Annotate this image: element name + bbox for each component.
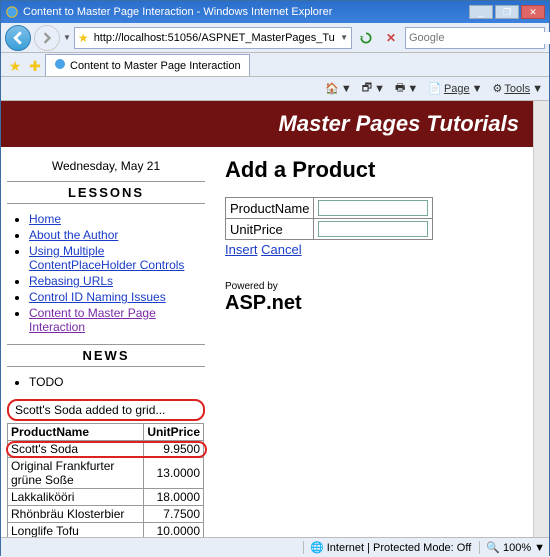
- close-button[interactable]: ✕: [521, 5, 545, 19]
- print-button[interactable]: 🖶▼: [395, 79, 418, 98]
- table-row: Lakkalikööri18.0000: [8, 489, 205, 506]
- cancel-link[interactable]: Cancel: [261, 242, 301, 257]
- zoom-control[interactable]: 🔍 100% ▼: [479, 541, 545, 554]
- lessons-header: LESSONS: [7, 181, 205, 204]
- zoom-icon: 🔍: [486, 541, 500, 554]
- status-message: Scott's Soda added to grid...: [7, 399, 205, 421]
- sidebar-item-lesson: Using Multiple ContentPlaceHolder Contro…: [29, 244, 205, 272]
- content-area: Master Pages Tutorials Wednesday, May 21…: [1, 101, 549, 537]
- site-banner: Master Pages Tutorials: [1, 101, 533, 147]
- news-item: TODO: [29, 375, 205, 389]
- cell-name: Rhönbräu Klosterbier: [8, 506, 144, 523]
- table-row: Rhönbräu Klosterbier7.7500: [8, 506, 205, 523]
- add-favorites-icon[interactable]: ✚: [25, 56, 45, 76]
- sidebar-item-lesson: About the Author: [29, 228, 205, 242]
- lesson-link[interactable]: About the Author: [29, 228, 118, 242]
- address-input[interactable]: [92, 32, 337, 44]
- lesson-link[interactable]: Home: [29, 212, 61, 226]
- rss-icon: 🗗: [362, 79, 372, 98]
- news-header: NEWS: [7, 344, 205, 367]
- page-title: Add a Product: [225, 157, 519, 183]
- page-menu[interactable]: 📄Page ▼: [428, 82, 482, 95]
- back-button[interactable]: [5, 25, 31, 51]
- cell-name: Lakkalikööri: [8, 489, 144, 506]
- feeds-button[interactable]: 🗗▼: [362, 79, 385, 98]
- window-title: Content to Master Page Interaction - Win…: [23, 6, 332, 18]
- zone-status: 🌐 Internet | Protected Mode: Off: [303, 541, 471, 554]
- stop-button[interactable]: ✕: [380, 27, 402, 49]
- tab-favicon-icon: [54, 58, 66, 73]
- product-name-input[interactable]: [318, 200, 428, 216]
- command-bar: 🏠▼ 🗗▼ 🖶▼ 📄Page ▼ ⚙Tools ▼: [1, 77, 549, 101]
- sidebar-item-lesson: Rebasing URLs: [29, 274, 205, 288]
- cell-price: 9.9500: [144, 441, 204, 458]
- maximize-button[interactable]: ❐: [495, 5, 519, 19]
- cell-price: 10.0000: [144, 523, 204, 538]
- home-button[interactable]: 🏠▼: [325, 82, 352, 95]
- grid-header-name: ProductName: [8, 424, 144, 441]
- refresh-button[interactable]: [355, 27, 377, 49]
- insert-link[interactable]: Insert: [225, 242, 258, 257]
- table-row: Original Frankfurter grüne Soße13.0000: [8, 458, 205, 489]
- favicon-icon: ★: [75, 31, 92, 45]
- tab-bar: ★ ✚ Content to Master Page Interaction: [1, 53, 549, 77]
- lesson-link[interactable]: Content to Master Page Interaction: [29, 306, 156, 334]
- tools-menu[interactable]: ⚙Tools ▼: [493, 82, 543, 95]
- browser-tab[interactable]: Content to Master Page Interaction: [45, 54, 250, 76]
- history-dropdown-icon[interactable]: ▼: [63, 33, 71, 42]
- products-grid: ProductName UnitPrice Scott's Soda9.9500…: [7, 423, 205, 537]
- cell-price: 13.0000: [144, 458, 204, 489]
- cell-name: Original Frankfurter grüne Soße: [8, 458, 144, 489]
- field-label-name: ProductName: [226, 198, 314, 219]
- sidebar: Wednesday, May 21 LESSONS Home About the …: [1, 147, 211, 537]
- window-titlebar: Content to Master Page Interaction - Win…: [1, 1, 549, 23]
- sidebar-item-lesson: Home: [29, 212, 205, 226]
- print-icon: 🖶: [395, 79, 405, 98]
- minimize-button[interactable]: _: [469, 5, 493, 19]
- ie-icon: [5, 5, 19, 19]
- table-row: Scott's Soda9.9500: [8, 441, 205, 458]
- product-form: ProductName UnitPrice: [225, 197, 433, 240]
- search-input[interactable]: [406, 32, 550, 44]
- current-date: Wednesday, May 21: [7, 159, 205, 173]
- lesson-link[interactable]: Control ID Naming Issues: [29, 290, 166, 304]
- sidebar-item-lesson: Control ID Naming Issues: [29, 290, 205, 304]
- favorites-star-icon[interactable]: ★: [5, 56, 25, 76]
- cell-price: 7.7500: [144, 506, 204, 523]
- home-icon: 🏠: [325, 82, 339, 95]
- table-row: Longlife Tofu10.0000: [8, 523, 205, 538]
- aspnet-logo: ASP.net: [225, 292, 519, 315]
- field-label-price: UnitPrice: [226, 219, 314, 240]
- cell-name: Longlife Tofu: [8, 523, 144, 538]
- cell-price: 18.0000: [144, 489, 204, 506]
- address-bar[interactable]: ★ ▼: [74, 27, 352, 49]
- forward-button[interactable]: [34, 25, 60, 51]
- search-box[interactable]: 🔍: [405, 27, 545, 49]
- vertical-scrollbar[interactable]: [533, 101, 549, 537]
- nav-toolbar: ▼ ★ ▼ ✕ 🔍: [1, 23, 549, 53]
- banner-title: Master Pages Tutorials: [279, 111, 519, 136]
- tab-label: Content to Master Page Interaction: [70, 60, 241, 72]
- address-dropdown-icon[interactable]: ▼: [337, 33, 351, 42]
- lesson-link[interactable]: Rebasing URLs: [29, 274, 113, 288]
- gear-icon: ⚙: [493, 82, 503, 95]
- unit-price-input[interactable]: [318, 221, 428, 237]
- sidebar-item-lesson: Content to Master Page Interaction: [29, 306, 205, 334]
- main-content: Add a Product ProductName UnitPrice Inse…: [211, 147, 533, 537]
- globe-icon: 🌐: [310, 541, 324, 554]
- powered-by: Powered by ASP.net: [225, 281, 519, 315]
- status-bar: 🌐 Internet | Protected Mode: Off 🔍 100% …: [1, 537, 549, 557]
- cell-name: Scott's Soda: [8, 441, 144, 458]
- grid-header-price: UnitPrice: [144, 424, 204, 441]
- page-icon: 📄: [428, 82, 442, 95]
- lesson-link[interactable]: Using Multiple ContentPlaceHolder Contro…: [29, 244, 184, 272]
